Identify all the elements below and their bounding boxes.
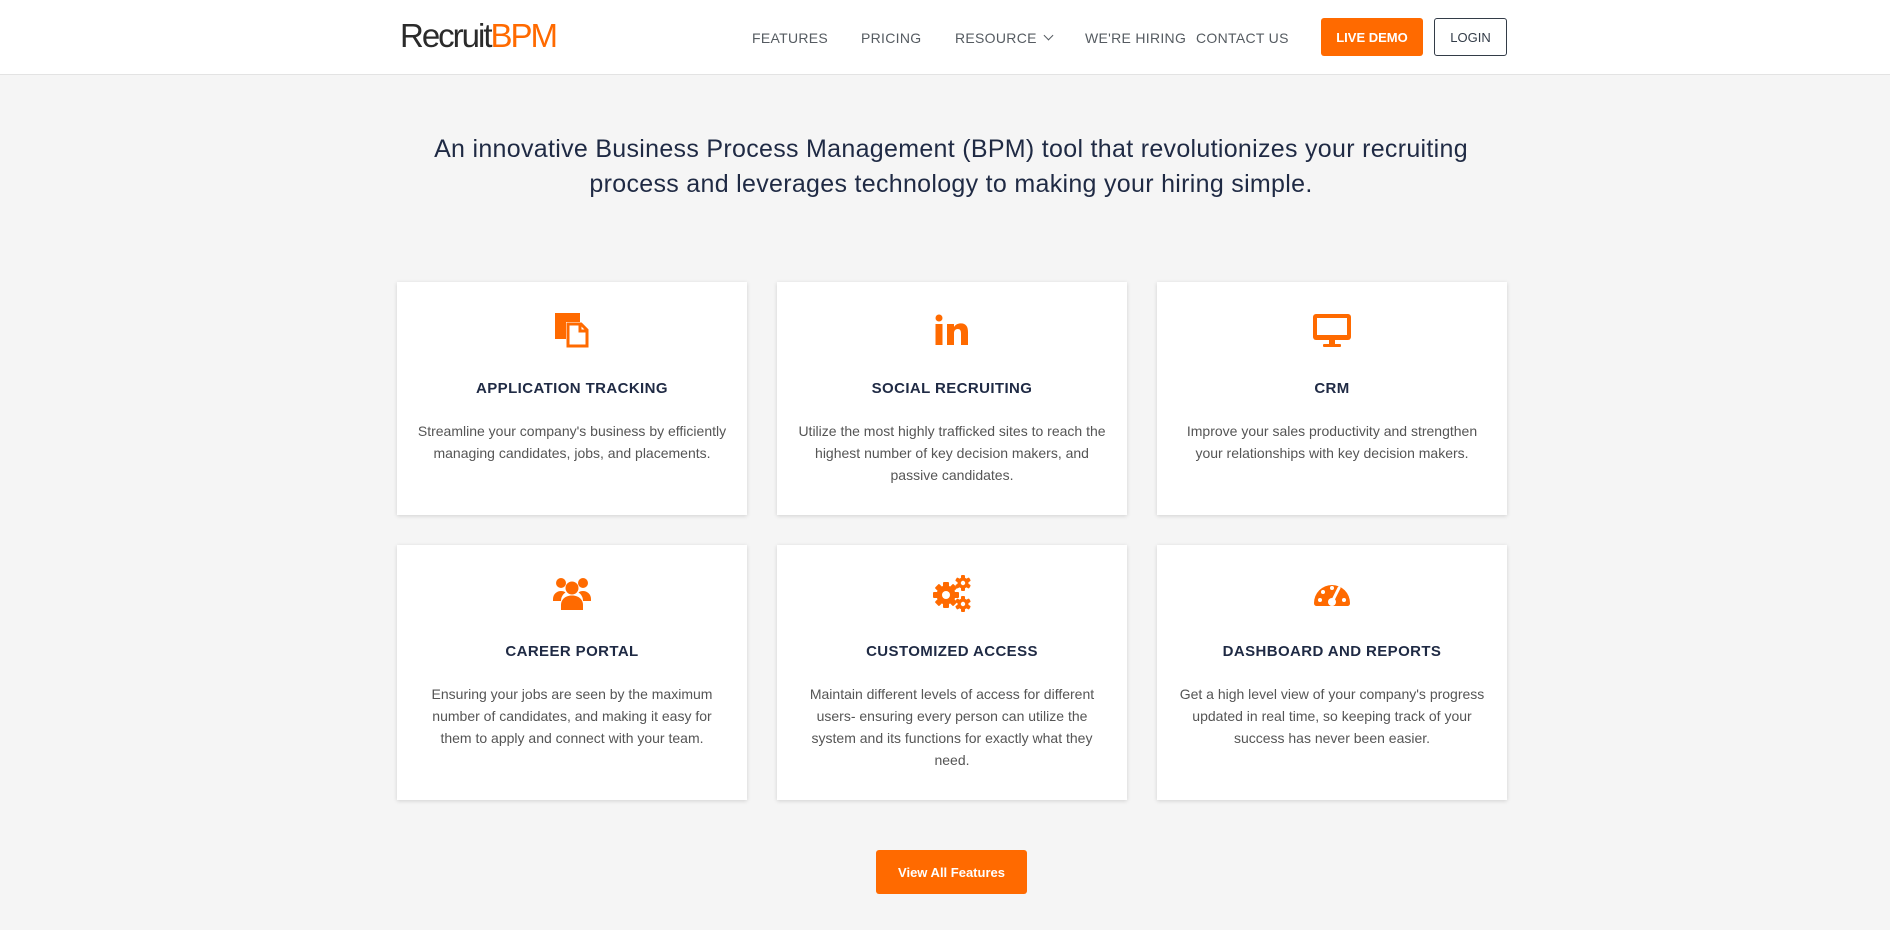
chevron-down-icon bbox=[1043, 30, 1054, 41]
feature-title: SOCIAL RECRUITING bbox=[871, 380, 1033, 397]
feature-card-dashboard-and-reports: DASHBOARD AND REPORTS Get a high level v… bbox=[1157, 545, 1507, 800]
feature-card-crm: CRM Improve your sales productivity and … bbox=[1157, 282, 1507, 515]
feature-description: Get a high level view of your company's … bbox=[1179, 686, 1485, 746]
users-icon bbox=[553, 578, 591, 610]
hero-line-1: An innovative Business Process Managemen… bbox=[434, 135, 1468, 163]
gears-icon bbox=[933, 575, 971, 612]
documents-icon bbox=[555, 313, 589, 348]
desktop-icon bbox=[1313, 314, 1351, 347]
nav-were-hiring[interactable]: WE'RE HIRING bbox=[1085, 30, 1186, 46]
nav-resource[interactable]: RESOURCE bbox=[955, 30, 1054, 46]
site-header: RecruitBPM FEATURES PRICING RESOURCE WE'… bbox=[0, 0, 1890, 75]
feature-description: Utilize the most highly trafficked sites… bbox=[798, 423, 1106, 483]
logo-text-recruit: Recruit bbox=[400, 17, 493, 54]
nav-pricing[interactable]: PRICING bbox=[861, 30, 921, 46]
hero-line-2: process and leverages technology to maki… bbox=[589, 170, 1313, 198]
feature-description: Maintain different levels of access for … bbox=[809, 686, 1095, 768]
feature-title: CUSTOMIZED ACCESS bbox=[866, 643, 1038, 660]
feature-description: Ensuring your jobs are seen by the maxim… bbox=[431, 686, 713, 746]
feature-card-social-recruiting: SOCIAL RECRUITING Utilize the most highl… bbox=[777, 282, 1127, 515]
hero-tagline: An innovative Business Process Managemen… bbox=[395, 132, 1507, 202]
linkedin-icon bbox=[935, 314, 968, 345]
logo-text-bpm: BPM bbox=[490, 17, 559, 54]
feature-card-career-portal: CAREER PORTAL Ensuring your jobs are see… bbox=[397, 545, 747, 800]
nav-resource-label: RESOURCE bbox=[955, 30, 1037, 46]
feature-description: Streamline your company's business by ef… bbox=[417, 423, 727, 461]
dashboard-icon bbox=[1314, 585, 1350, 606]
feature-title: DASHBOARD AND REPORTS bbox=[1222, 643, 1442, 660]
login-button[interactable]: LOGIN bbox=[1434, 18, 1507, 56]
feature-card-application-tracking: APPLICATION TRACKING Streamline your com… bbox=[397, 282, 747, 515]
live-demo-button[interactable]: LIVE DEMO bbox=[1321, 18, 1423, 56]
view-all-features-button[interactable]: View All Features bbox=[876, 850, 1027, 894]
logo[interactable]: RecruitBPM bbox=[400, 17, 559, 54]
feature-description: Improve your sales productivity and stre… bbox=[1186, 423, 1478, 461]
feature-title: APPLICATION TRACKING bbox=[476, 380, 668, 397]
nav-contact-us[interactable]: CONTACT US bbox=[1196, 30, 1289, 46]
feature-card-customized-access: CUSTOMIZED ACCESS Maintain different lev… bbox=[777, 545, 1127, 800]
feature-title: CAREER PORTAL bbox=[505, 643, 639, 660]
nav-features[interactable]: FEATURES bbox=[752, 30, 828, 46]
feature-title: CRM bbox=[1314, 380, 1350, 397]
